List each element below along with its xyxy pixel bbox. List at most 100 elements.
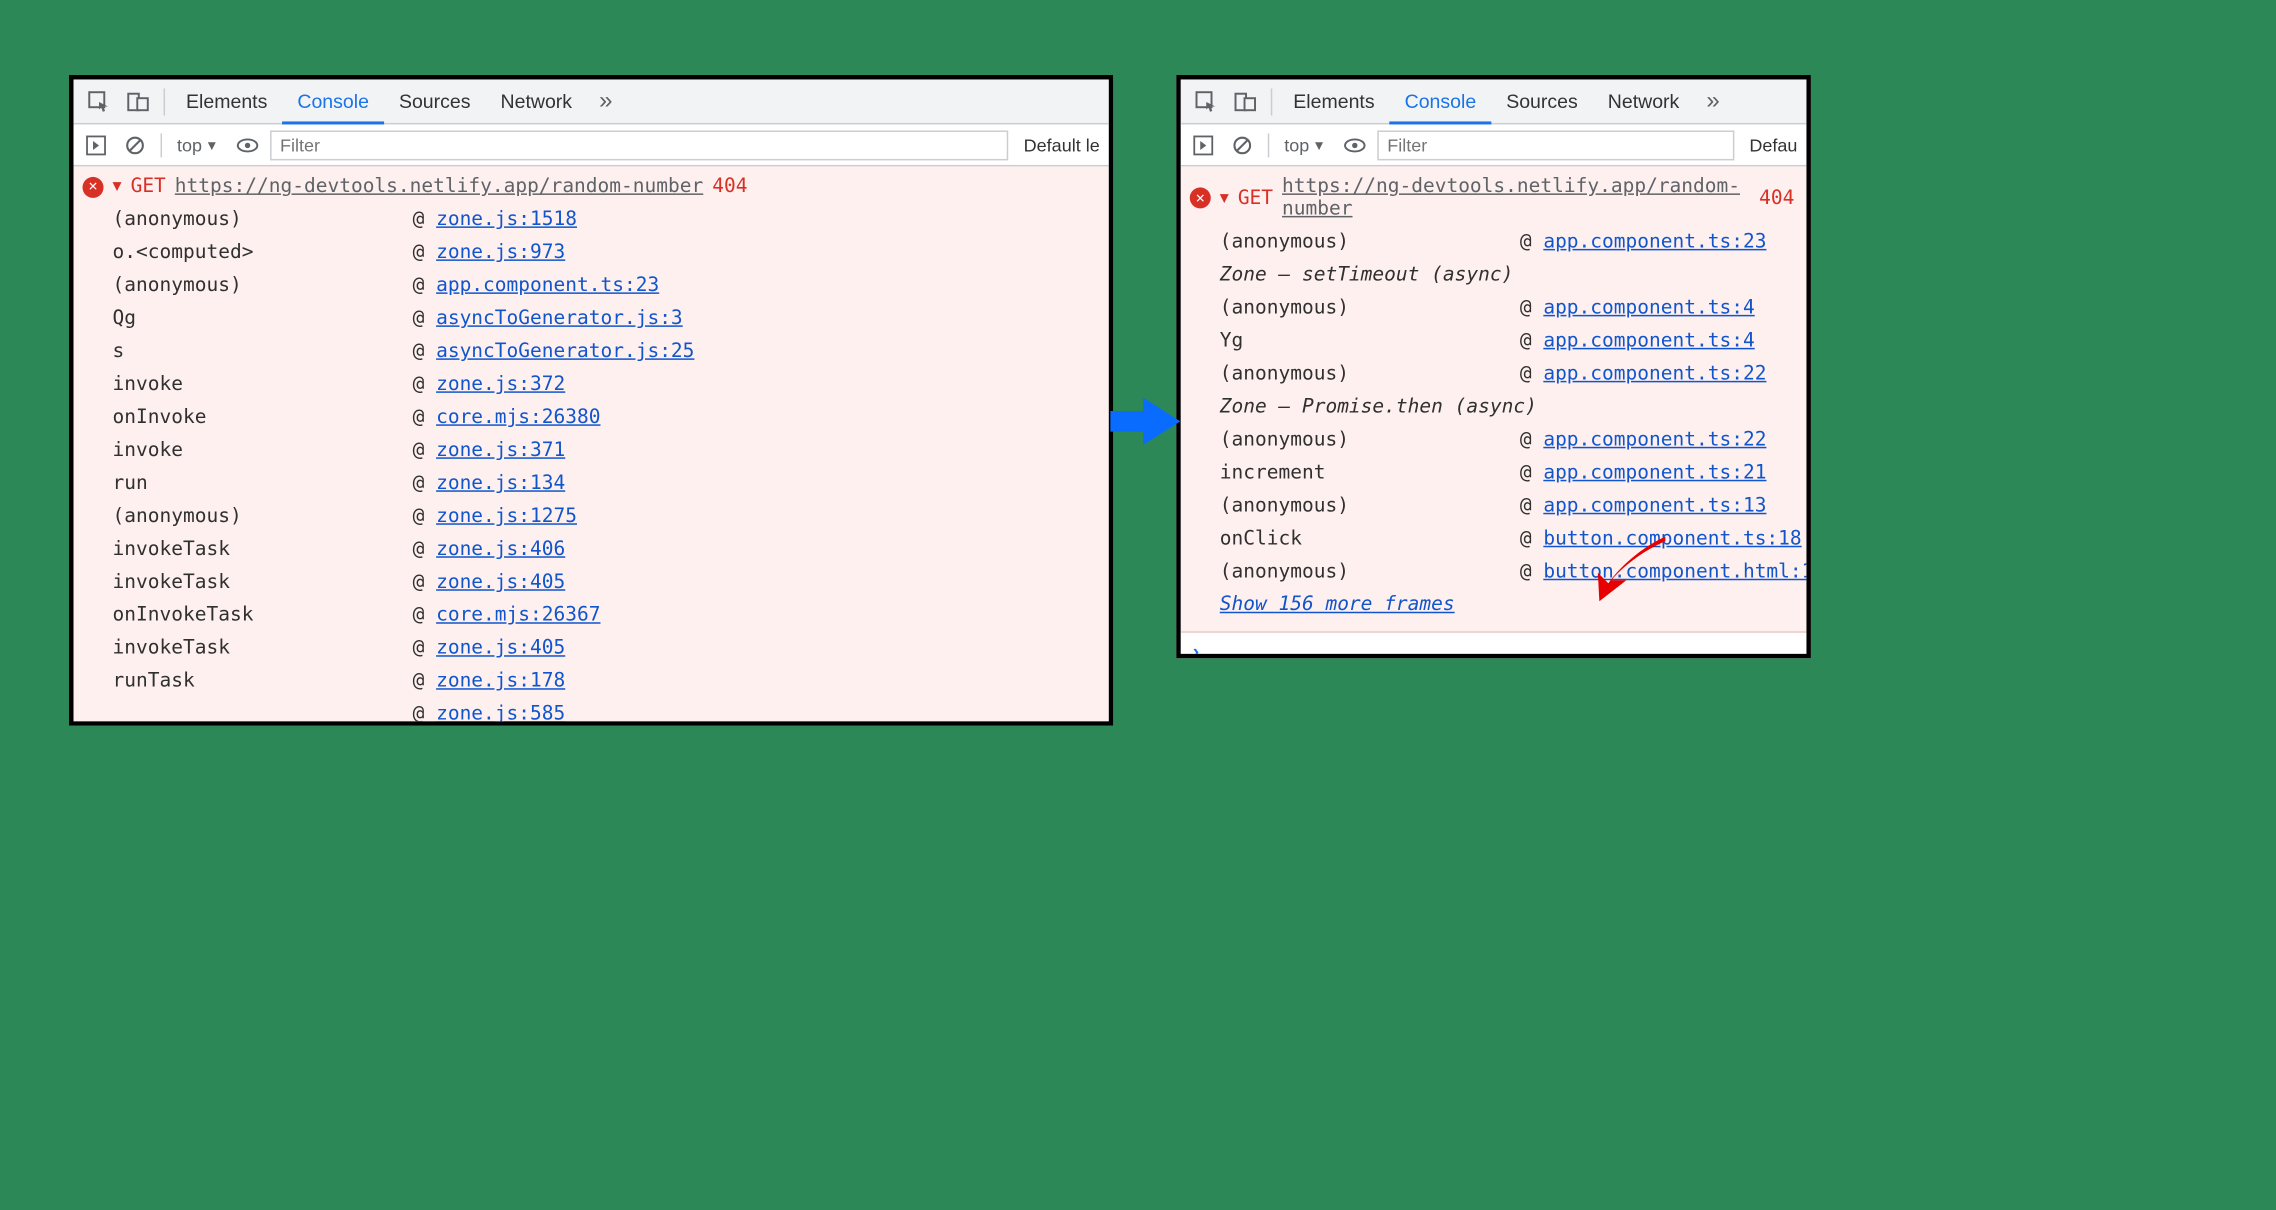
source-link[interactable]: button.component.html:1 <box>1543 561 1806 583</box>
error-message-row: ✕ ▼ GET https://ng-devtools.netlify.app/… <box>1181 172 1807 226</box>
frame-function: increment <box>1220 457 1520 490</box>
source-link[interactable]: zone.js:178 <box>436 670 565 692</box>
separator <box>161 133 163 157</box>
source-link[interactable]: asyncToGenerator.js:3 <box>436 307 683 329</box>
device-toggle-icon[interactable] <box>119 82 158 121</box>
frame-function: onClick <box>1220 523 1520 556</box>
sidebar-toggle-icon[interactable] <box>80 128 113 161</box>
stack-frame: invokeTask@ zone.js:406 <box>113 534 1097 567</box>
log-level-selector[interactable]: Default le <box>1015 134 1109 155</box>
frame-location: @ app.component.ts:22 <box>1520 358 1795 391</box>
source-link[interactable]: zone.js:1518 <box>436 208 577 230</box>
request-url[interactable]: https://ng-devtools.netlify.app/random-n… <box>175 175 703 197</box>
source-link[interactable]: core.mjs:26367 <box>436 604 600 626</box>
clear-console-icon[interactable] <box>1226 128 1259 161</box>
tab-sources[interactable]: Sources <box>384 79 486 124</box>
frame-location: @ zone.js:134 <box>413 468 1097 501</box>
live-expression-icon[interactable] <box>230 128 263 161</box>
frame-function: Yg <box>1220 325 1520 358</box>
stack-frame: (anonymous)@ zone.js:1275 <box>113 501 1097 534</box>
source-link[interactable]: zone.js:1275 <box>436 505 577 527</box>
frame-location: @ app.component.ts:23 <box>1520 226 1795 259</box>
source-link[interactable]: zone.js:134 <box>436 472 565 494</box>
frame-location: @ zone.js:372 <box>413 369 1097 402</box>
stack-frame: onClick@ button.component.ts:18 <box>1220 523 1795 556</box>
source-link[interactable]: zone.js:585 <box>436 703 565 725</box>
stack-frame: (anonymous)@ zone.js:1518 <box>113 204 1097 237</box>
disclosure-triangle-icon[interactable]: ▼ <box>1220 190 1229 206</box>
stack-frame: onInvoke@ core.mjs:26380 <box>113 402 1097 435</box>
frame-function: Qg <box>113 303 413 336</box>
frame-function: (anonymous) <box>113 270 413 303</box>
frame-location: @ asyncToGenerator.js:3 <box>413 303 1097 336</box>
source-link[interactable]: zone.js:405 <box>436 637 565 659</box>
source-link[interactable]: button.component.ts:18 <box>1543 528 1801 550</box>
source-link[interactable]: app.component.ts:21 <box>1543 462 1766 484</box>
context-label: top <box>177 134 202 155</box>
source-link[interactable]: zone.js:973 <box>436 241 565 263</box>
separator <box>1268 133 1270 157</box>
tab-elements[interactable]: Elements <box>1278 79 1389 124</box>
frame-function: invoke <box>113 369 413 402</box>
tab-elements[interactable]: Elements <box>171 79 282 124</box>
error-message-row: ✕ ▼ GET https://ng-devtools.netlify.app/… <box>74 172 1109 203</box>
tab-console[interactable]: Console <box>282 79 384 124</box>
inspect-icon[interactable] <box>1187 82 1226 121</box>
source-link[interactable]: app.component.ts:22 <box>1543 429 1766 451</box>
source-link[interactable]: app.component.ts:23 <box>436 274 659 296</box>
source-link[interactable]: app.component.ts:23 <box>1543 231 1766 253</box>
chevron-down-icon: ▼ <box>205 137 218 152</box>
frame-function: _ <box>113 699 413 726</box>
source-link[interactable]: zone.js:405 <box>436 571 565 593</box>
source-link[interactable]: zone.js:372 <box>436 373 565 395</box>
http-status: 404 <box>1759 187 1794 209</box>
request-url[interactable]: https://ng-devtools.netlify.app/random-n… <box>1282 175 1750 220</box>
stack-frame: (anonymous)@ app.component.ts:13 <box>1220 490 1795 523</box>
disclosure-triangle-icon[interactable]: ▼ <box>113 178 122 194</box>
frame-function: (anonymous) <box>113 501 413 534</box>
source-link[interactable]: core.mjs:26380 <box>436 406 600 428</box>
stack-frame: Qg@ asyncToGenerator.js:3 <box>113 303 1097 336</box>
source-link[interactable]: app.component.ts:22 <box>1543 363 1766 385</box>
source-link[interactable]: zone.js:371 <box>436 439 565 461</box>
live-expression-icon[interactable] <box>1338 128 1371 161</box>
stack-frame: invoke@ zone.js:371 <box>113 435 1097 468</box>
frame-function: invoke <box>113 435 413 468</box>
source-link[interactable]: app.component.ts:4 <box>1543 297 1754 319</box>
clear-console-icon[interactable] <box>119 128 152 161</box>
sidebar-toggle-icon[interactable] <box>1187 128 1220 161</box>
source-link[interactable]: app.component.ts:4 <box>1543 330 1754 352</box>
log-level-selector[interactable]: Defau <box>1740 134 1806 155</box>
source-link[interactable]: zone.js:406 <box>436 538 565 560</box>
stack-frame: runTask@ zone.js:178 <box>113 666 1097 699</box>
console-prompt[interactable]: › <box>1181 631 1807 658</box>
filter-input[interactable] <box>1377 130 1735 160</box>
tab-bar: Elements Console Sources Network » <box>1181 79 1807 124</box>
device-toggle-icon[interactable] <box>1226 82 1265 121</box>
inspect-icon[interactable] <box>80 82 119 121</box>
more-tabs-icon[interactable]: » <box>587 88 624 115</box>
stack-frame: invokeTask@ zone.js:405 <box>113 633 1097 666</box>
source-link[interactable]: app.component.ts:13 <box>1543 495 1766 517</box>
stack-frame: (anonymous)@ app.component.ts:23 <box>113 270 1097 303</box>
stack-frame: invoke@ zone.js:372 <box>113 369 1097 402</box>
tab-network[interactable]: Network <box>1593 79 1695 124</box>
chevron-down-icon: ▼ <box>1312 137 1325 152</box>
red-arrow-annotation <box>1593 535 1668 604</box>
filter-input[interactable] <box>269 130 1008 160</box>
show-more-frames-link[interactable]: Show 156 more frames <box>1220 589 1795 622</box>
tab-sources[interactable]: Sources <box>1491 79 1593 124</box>
tab-console[interactable]: Console <box>1390 79 1492 124</box>
http-method: GET <box>131 175 166 197</box>
frame-function: o.<computed> <box>113 237 413 270</box>
frame-function: s <box>113 336 413 369</box>
more-tabs-icon[interactable]: » <box>1694 88 1731 115</box>
tab-network[interactable]: Network <box>486 79 588 124</box>
frame-location: @ zone.js:405 <box>413 567 1097 600</box>
blue-arrow-annotation <box>1110 385 1182 457</box>
context-selector[interactable]: top ▼ <box>1278 134 1331 155</box>
source-link[interactable]: asyncToGenerator.js:25 <box>436 340 694 362</box>
stack-frame: (anonymous)@ app.component.ts:22 <box>1220 358 1795 391</box>
frame-location: @ zone.js:1275 <box>413 501 1097 534</box>
context-selector[interactable]: top ▼ <box>171 134 224 155</box>
